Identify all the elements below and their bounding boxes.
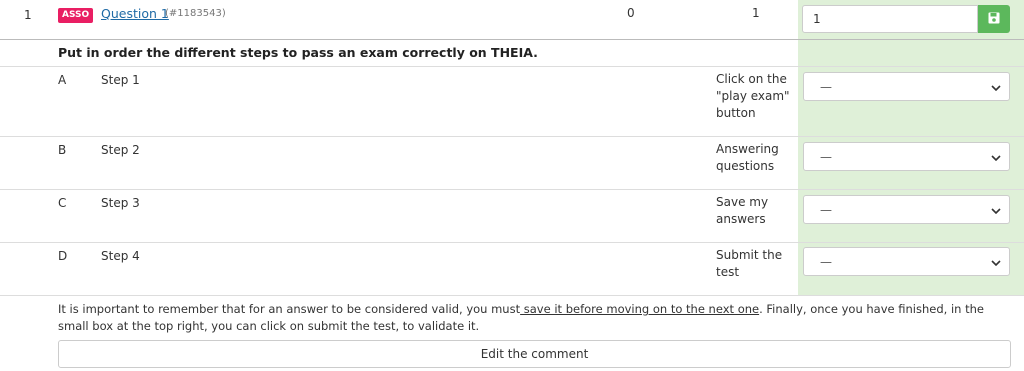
max-score-cell: 1 xyxy=(752,6,760,20)
divider xyxy=(0,39,1024,40)
chevron-down-icon xyxy=(991,255,1001,269)
teacher-comment: It is important to remember that for an … xyxy=(58,301,1008,335)
order-select[interactable]: — xyxy=(803,142,1010,171)
question-type-badge: ASSO xyxy=(58,8,94,23)
order-select[interactable]: — xyxy=(803,72,1010,101)
floppy-disk-icon xyxy=(988,12,1000,27)
row-letter: A xyxy=(58,73,67,87)
row-letter: B xyxy=(58,143,67,157)
chevron-down-icon xyxy=(991,150,1001,164)
chevron-down-icon xyxy=(991,80,1001,94)
step-label: Step 1 xyxy=(101,73,140,87)
row-letter: D xyxy=(58,249,68,263)
row-letter: C xyxy=(58,196,67,210)
answer-text: Click on the "play exam" button xyxy=(716,72,790,120)
comment-emphasis: save it before moving on to the next one xyxy=(520,302,760,316)
edit-comment-button[interactable]: Edit the comment xyxy=(58,340,1011,368)
order-select[interactable]: — xyxy=(803,195,1010,224)
attempt-count-cell: 0 xyxy=(627,6,635,20)
chevron-down-icon xyxy=(991,203,1001,217)
answer-text: Submit the test xyxy=(716,248,783,279)
score-input[interactable]: 1 xyxy=(802,5,978,33)
select-value: — xyxy=(820,202,832,217)
comment-text: It is important to remember that for an … xyxy=(58,302,521,316)
answer-text: Save my answers xyxy=(716,195,769,226)
divider xyxy=(0,66,1024,67)
question-title: Put in order the different steps to pass… xyxy=(58,45,538,60)
save-button[interactable] xyxy=(978,5,1010,33)
select-value: — xyxy=(820,149,832,164)
question-link[interactable]: Question 1 xyxy=(101,6,169,21)
answer-text: Answering questions xyxy=(716,142,779,173)
question-id: (#1183543) xyxy=(165,8,226,19)
divider xyxy=(0,189,1024,190)
divider xyxy=(0,136,1024,137)
divider xyxy=(0,295,1024,296)
step-label: Step 4 xyxy=(101,249,140,263)
row-number: 1 xyxy=(24,8,32,22)
select-value: — xyxy=(820,79,832,94)
divider xyxy=(0,242,1024,243)
select-value: — xyxy=(820,254,832,269)
order-select[interactable]: — xyxy=(803,247,1010,276)
step-label: Step 2 xyxy=(101,143,140,157)
step-label: Step 3 xyxy=(101,196,140,210)
